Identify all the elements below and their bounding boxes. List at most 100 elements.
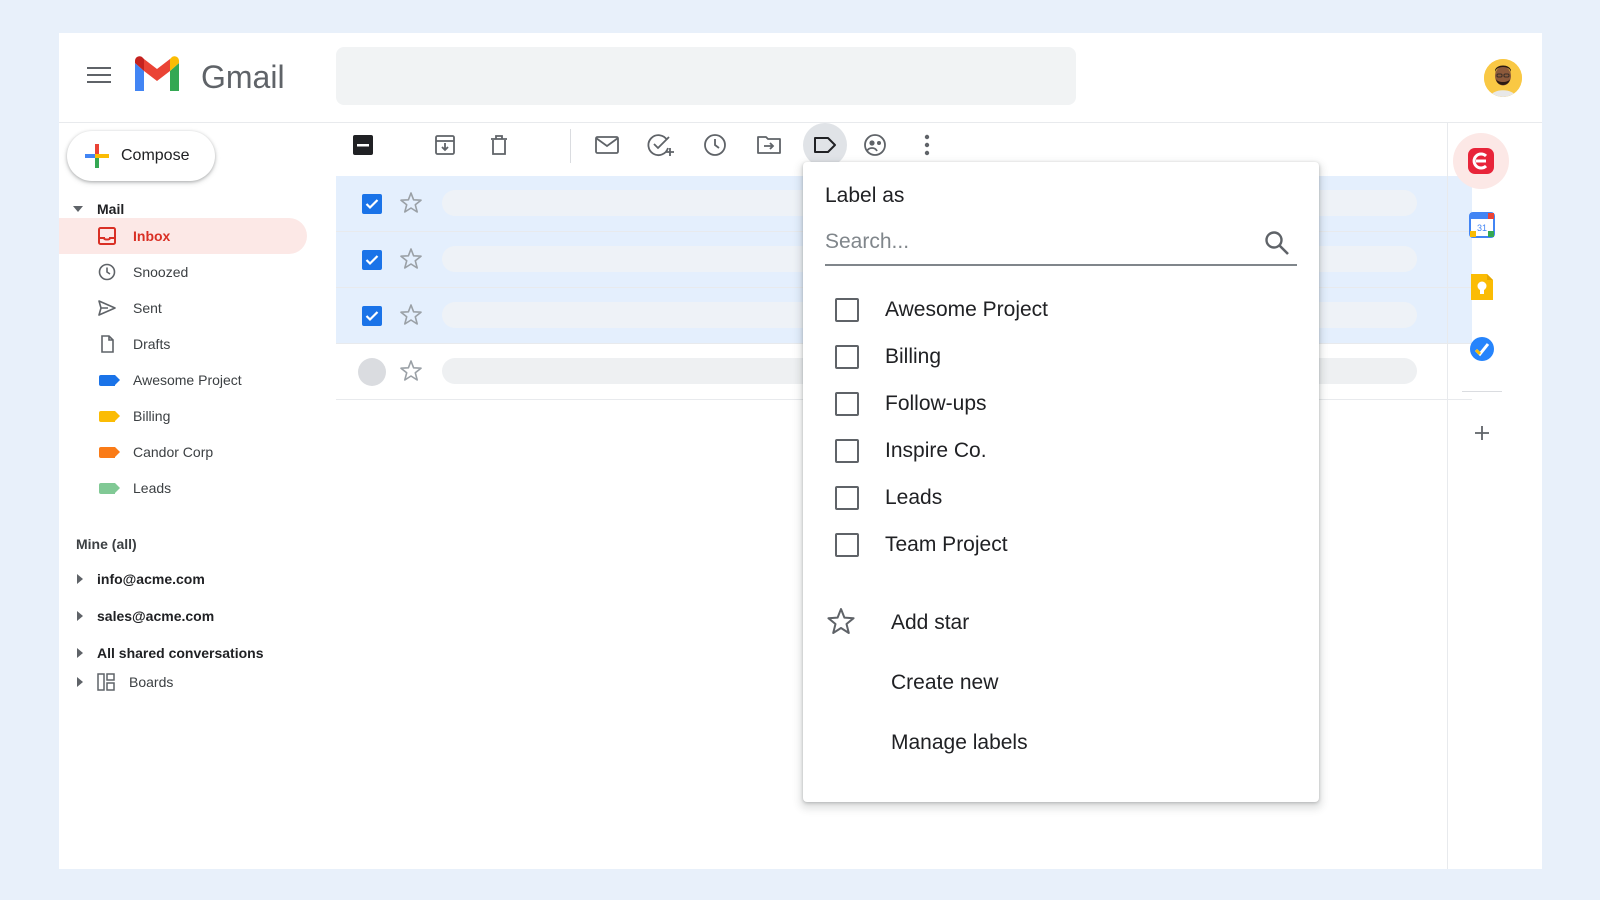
move-to-icon (757, 136, 781, 154)
boards-item[interactable]: Boards (69, 673, 173, 691)
sidebar-item-awesome-project[interactable]: Awesome Project (59, 362, 309, 398)
label-option-name: Inspire Co. (885, 439, 987, 462)
keep-button[interactable] (1464, 269, 1500, 305)
message-toolbar (339, 123, 959, 167)
snooze-icon (704, 134, 726, 156)
archive-button[interactable] (431, 131, 459, 159)
more-icon (924, 134, 930, 156)
svg-text:31: 31 (1477, 223, 1487, 233)
label-icon (97, 370, 120, 390)
label-checkbox[interactable] (835, 345, 859, 369)
sidebar-item-leads[interactable]: Leads (59, 470, 309, 506)
move-to-button[interactable] (755, 131, 783, 159)
snooze-button[interactable] (701, 131, 729, 159)
label-icon (97, 478, 120, 498)
mail-search-bar[interactable] (336, 47, 1076, 105)
sidebar-item-snoozed[interactable]: Snoozed (59, 254, 309, 290)
assign-icon (864, 134, 886, 156)
label-option-awesome-project[interactable]: Awesome Project (835, 292, 1048, 328)
star-icon[interactable] (398, 358, 424, 384)
account-sales[interactable]: sales@acme.com (69, 608, 214, 624)
keep-icon (1471, 274, 1493, 300)
sidebar-item-billing[interactable]: Billing (59, 398, 309, 434)
account-avatar[interactable] (1484, 59, 1522, 97)
sidebar-item-label: Sent (133, 300, 162, 316)
top-header: Gmail (59, 33, 1542, 123)
mark-unread-button[interactable] (593, 131, 621, 159)
star-icon[interactable] (398, 246, 424, 272)
mail-section-label: Mail (97, 201, 125, 217)
calendar-icon: 31 (1469, 212, 1495, 238)
tasks-button[interactable] (1464, 331, 1500, 367)
create-new-label-action[interactable]: Create new (891, 671, 998, 695)
extension-button[interactable] (1453, 133, 1509, 189)
sidebar-item-label: Candor Corp (133, 444, 214, 460)
manage-labels-action[interactable]: Manage labels (891, 731, 1028, 755)
side-panel-divider (1462, 391, 1502, 392)
mine-all-heading: Mine (all) (76, 536, 137, 552)
sidebar-item-drafts[interactable]: Drafts (59, 326, 309, 362)
row-checkbox[interactable] (362, 194, 382, 214)
label-checkbox[interactable] (835, 486, 859, 510)
label-option-follow-ups[interactable]: Follow-ups (835, 386, 987, 422)
label-option-name: Team Project (885, 533, 1008, 556)
label-checkbox[interactable] (835, 439, 859, 463)
add-to-tasks-button[interactable] (647, 131, 675, 159)
account-info[interactable]: info@acme.com (69, 571, 205, 587)
row-select-avatar[interactable] (358, 358, 386, 386)
compose-button[interactable]: Compose (67, 131, 215, 181)
checkmark-icon (365, 255, 379, 266)
assign-button[interactable] (861, 131, 889, 159)
row-checkbox[interactable] (362, 250, 382, 270)
label-option-name: Follow-ups (885, 392, 987, 415)
add-task-icon (647, 134, 674, 157)
label-option-team-project[interactable]: Team Project (835, 527, 1008, 563)
avatar-person-icon (1484, 59, 1522, 97)
mark-unread-icon (595, 136, 619, 154)
delete-button[interactable] (485, 131, 513, 159)
app-name: Gmail (201, 59, 285, 95)
label-checkbox[interactable] (835, 533, 859, 557)
gmail-logo-icon[interactable] (131, 55, 183, 95)
label-search-input[interactable] (825, 224, 1245, 260)
send-icon (97, 298, 117, 318)
label-option-billing[interactable]: Billing (835, 339, 941, 375)
sidebar-item-label: Snoozed (133, 264, 189, 280)
checkmark-icon (365, 199, 379, 210)
gmail-window: Gmail Compose Mail Inbox Snoozed Sent Dr… (59, 33, 1542, 869)
tasks-icon (1470, 337, 1494, 361)
label-option-leads[interactable]: Leads (835, 480, 942, 516)
all-shared-conversations[interactable]: All shared conversations (69, 645, 264, 661)
menu-title: Label as (825, 184, 905, 207)
sidebar-item-inbox[interactable]: Inbox (59, 218, 307, 254)
add-star-action[interactable]: Add star (891, 611, 969, 635)
account-label: All shared conversations (97, 645, 264, 661)
star-outline-icon (827, 608, 855, 634)
compose-label: Compose (121, 147, 190, 164)
sidebar-item-label: Drafts (133, 336, 171, 352)
label-option-name: Leads (885, 486, 943, 509)
checkmark-icon (365, 311, 379, 322)
more-options-button[interactable] (913, 131, 941, 159)
calendar-button[interactable]: 31 (1464, 207, 1500, 243)
deselect-all-checkbox[interactable] (349, 131, 377, 159)
sidebar-item-sent[interactable]: Sent (59, 290, 309, 326)
mail-section-toggle[interactable]: Mail (69, 201, 124, 217)
label-checkbox[interactable] (835, 298, 859, 322)
star-icon[interactable] (398, 190, 424, 216)
star-icon[interactable] (398, 302, 424, 328)
label-button[interactable] (803, 123, 847, 167)
label-search-field (825, 224, 1297, 266)
label-checkbox[interactable] (835, 392, 859, 416)
main-menu-icon[interactable] (87, 67, 111, 85)
row-checkbox[interactable] (362, 306, 382, 326)
clock-icon (97, 262, 117, 282)
label-option-inspire-co[interactable]: Inspire Co. (835, 433, 987, 469)
chevron-down-icon (73, 206, 83, 212)
add-app-button[interactable] (1464, 415, 1500, 451)
inbox-icon (97, 226, 117, 246)
label-icon (97, 406, 120, 426)
sidebar-item-candor-corp[interactable]: Candor Corp (59, 434, 309, 470)
label-as-menu: Label as Awesome Project Billing Follow-… (803, 162, 1319, 802)
search-icon[interactable] (1263, 229, 1291, 257)
